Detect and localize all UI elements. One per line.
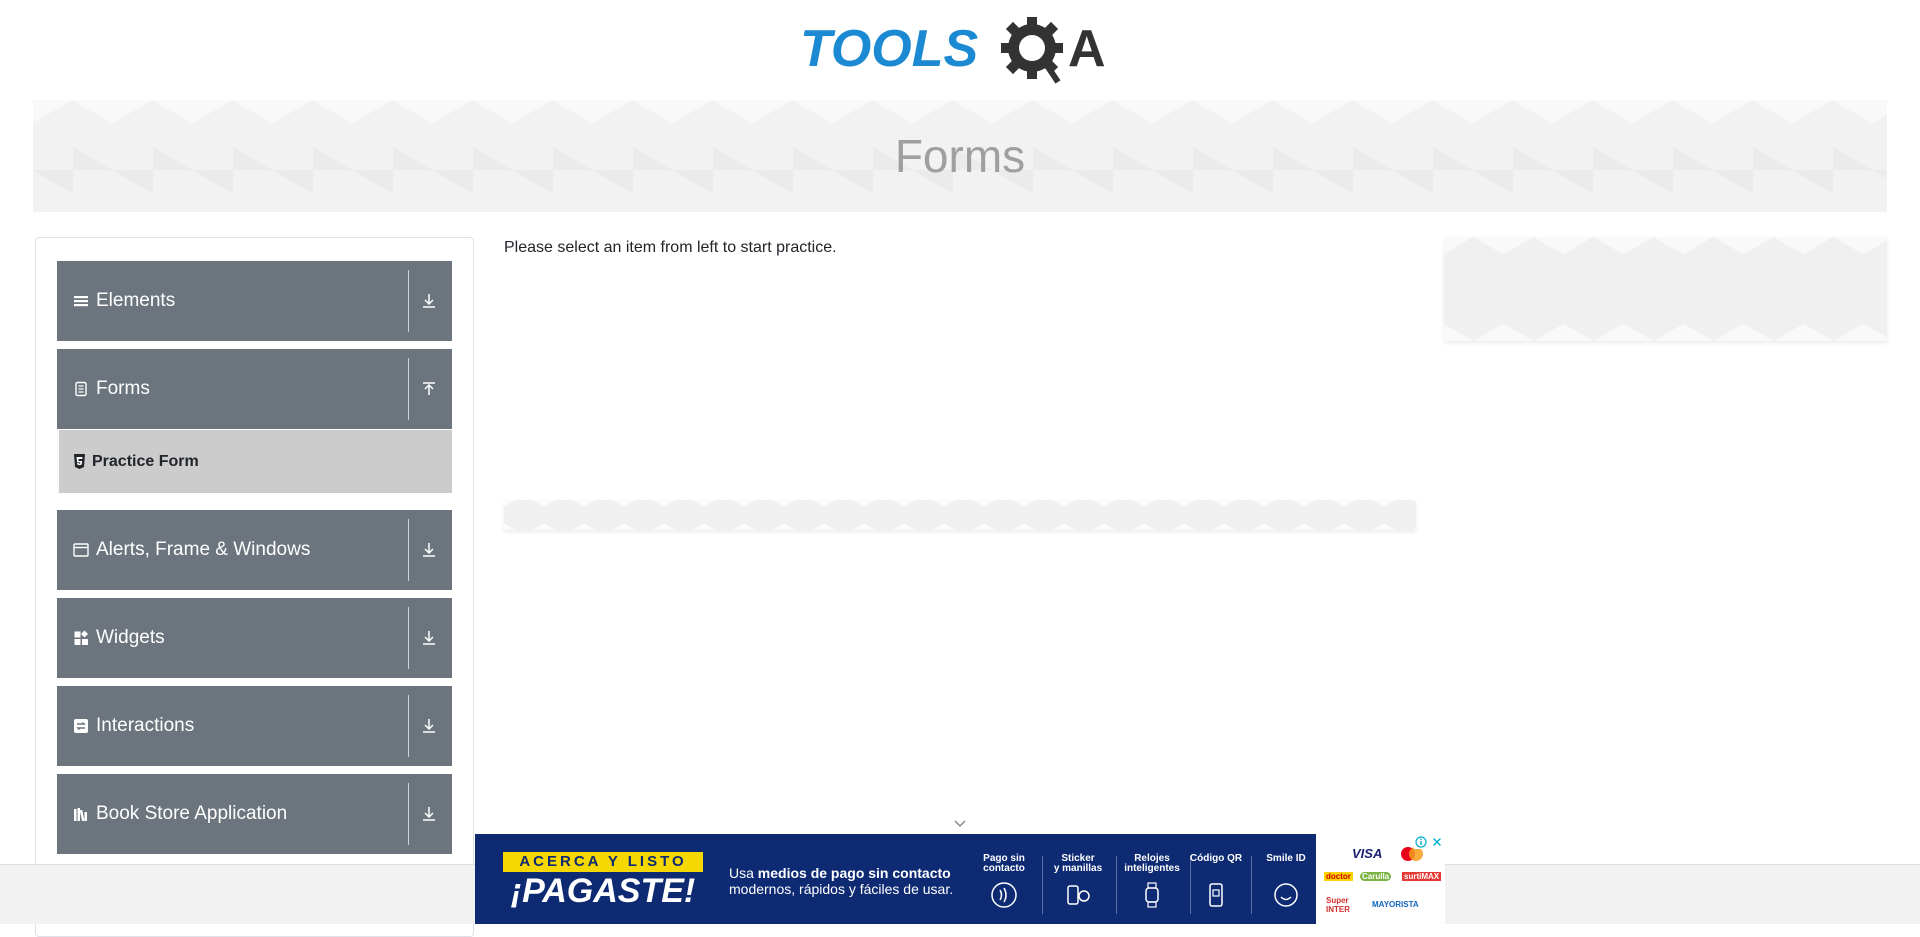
bottom-ad-banner[interactable]: ACERCA Y LISTO ¡PAGASTE! Usa medios de p… (475, 834, 1445, 924)
sidebar-group-label: Alerts, Frame & Windows (96, 539, 311, 560)
sidebar-group-forms[interactable]: Forms (57, 349, 452, 429)
sidebar-group-alerts-frame-windows[interactable]: Alerts, Frame & Windows (57, 510, 452, 590)
sidebar-item-practice-form[interactable]: Practice Form (57, 430, 452, 493)
upload-arrow-icon[interactable] (421, 381, 437, 397)
interactions-icon (74, 719, 88, 733)
ad-close-icon[interactable] (1430, 835, 1444, 849)
ad-promo-main: ¡PAGASTE! (510, 872, 696, 910)
download-arrow-icon[interactable] (421, 293, 437, 309)
ad-placeholder-right (1444, 237, 1887, 341)
ad-placeholder-middle (504, 500, 1416, 530)
sidebar-group-book-store-application[interactable]: Book Store Application (57, 774, 452, 854)
sidebar-item-label: Practice Form (92, 453, 199, 470)
ad-feature-label: inteligentes (1124, 863, 1180, 874)
sidebar-group-label: Elements (96, 290, 176, 311)
ad-feature-qr: Código QR (1183, 854, 1249, 916)
divider (1116, 856, 1117, 914)
download-arrow-icon[interactable] (421, 542, 437, 558)
ad-feature-label: y manillas (1053, 863, 1103, 874)
carulla-logo: Carulla (1360, 872, 1392, 881)
divider (408, 358, 409, 420)
surtimax-logo: surtiMAX (1402, 872, 1442, 881)
divider (1251, 856, 1252, 914)
download-arrow-icon[interactable] (421, 806, 437, 822)
logo-text-tools: TOOLS (800, 20, 978, 78)
ad-feature-sticker: Sticker y manillas (1045, 854, 1111, 916)
ad-feature-contactless: Pago sin contacto (971, 854, 1037, 916)
ad-tagline-line1: Usa medios de pago sin contacto (729, 865, 951, 881)
super-inter-logo: Super INTER (1326, 896, 1350, 914)
smartwatch-icon (1145, 882, 1159, 908)
divider (408, 270, 409, 332)
document-icon (75, 381, 87, 397)
ad-promo: ACERCA Y LISTO ¡PAGASTE! (503, 852, 703, 912)
widgets-icon (74, 630, 89, 645)
ad-promo-top: ACERCA Y LISTO (503, 852, 703, 872)
sidebar-group-label: Forms (96, 378, 150, 399)
contactless-icon (991, 882, 1017, 908)
ad-feature-label: Smile ID (1266, 853, 1306, 864)
ad-info-icon[interactable] (1414, 835, 1428, 849)
ad-feature-smile-id: Smile ID (1253, 854, 1319, 916)
ad-feature-smartwatch: Relojes inteligentes (1119, 854, 1185, 916)
sidebar-group-elements[interactable]: Elements (57, 261, 452, 341)
qr-icon (1209, 883, 1223, 907)
logo-gear-icon (1001, 17, 1063, 84)
divider (408, 783, 409, 845)
sidebar-group-label: Widgets (96, 627, 165, 648)
page-title: Forms (894, 130, 1026, 182)
divider (408, 695, 409, 757)
list-icon (74, 296, 88, 307)
sidebar-group-label: Book Store Application (96, 803, 288, 824)
smile-id-icon (1274, 883, 1298, 907)
window-icon (73, 543, 89, 557)
sidebar-group-widgets[interactable]: Widgets (57, 598, 452, 678)
ad-tagline-line2: modernos, rápidos y fáciles de usar. (729, 881, 954, 897)
divider (1042, 856, 1043, 914)
instruction-text: Please select an item from left to start… (504, 239, 837, 256)
divider (408, 519, 409, 581)
sidebar-group-interactions[interactable]: Interactions (57, 686, 452, 766)
ad-feature-label: contacto (983, 863, 1025, 874)
site-header: TOOLS A (0, 0, 1920, 100)
doctor-logo: doctor (1324, 872, 1353, 881)
ad-feature-label: Código QR (1189, 853, 1243, 864)
html5-icon (74, 454, 85, 469)
ad-tagline-bold: medios de pago sin contacto (757, 865, 951, 881)
logo-text-a: A (1068, 20, 1106, 78)
chevron-down-icon[interactable] (952, 818, 968, 830)
download-arrow-icon[interactable] (421, 718, 437, 734)
visa-logo: VISA (1352, 846, 1383, 861)
sidebar-group-label: Interactions (96, 715, 195, 736)
sticker-icon (1067, 885, 1090, 905)
toolsqa-logo[interactable]: TOOLS A (800, 14, 1125, 90)
book-icon (74, 808, 87, 822)
sidebar: Elements Forms Practice Form Alerts, Fra… (35, 237, 474, 937)
ad-tagline-prefix: Usa (729, 865, 758, 881)
download-arrow-icon[interactable] (421, 630, 437, 646)
divider (408, 607, 409, 669)
page-banner: Forms (33, 100, 1887, 212)
mayorista-logo: MAYORISTA (1372, 900, 1419, 909)
